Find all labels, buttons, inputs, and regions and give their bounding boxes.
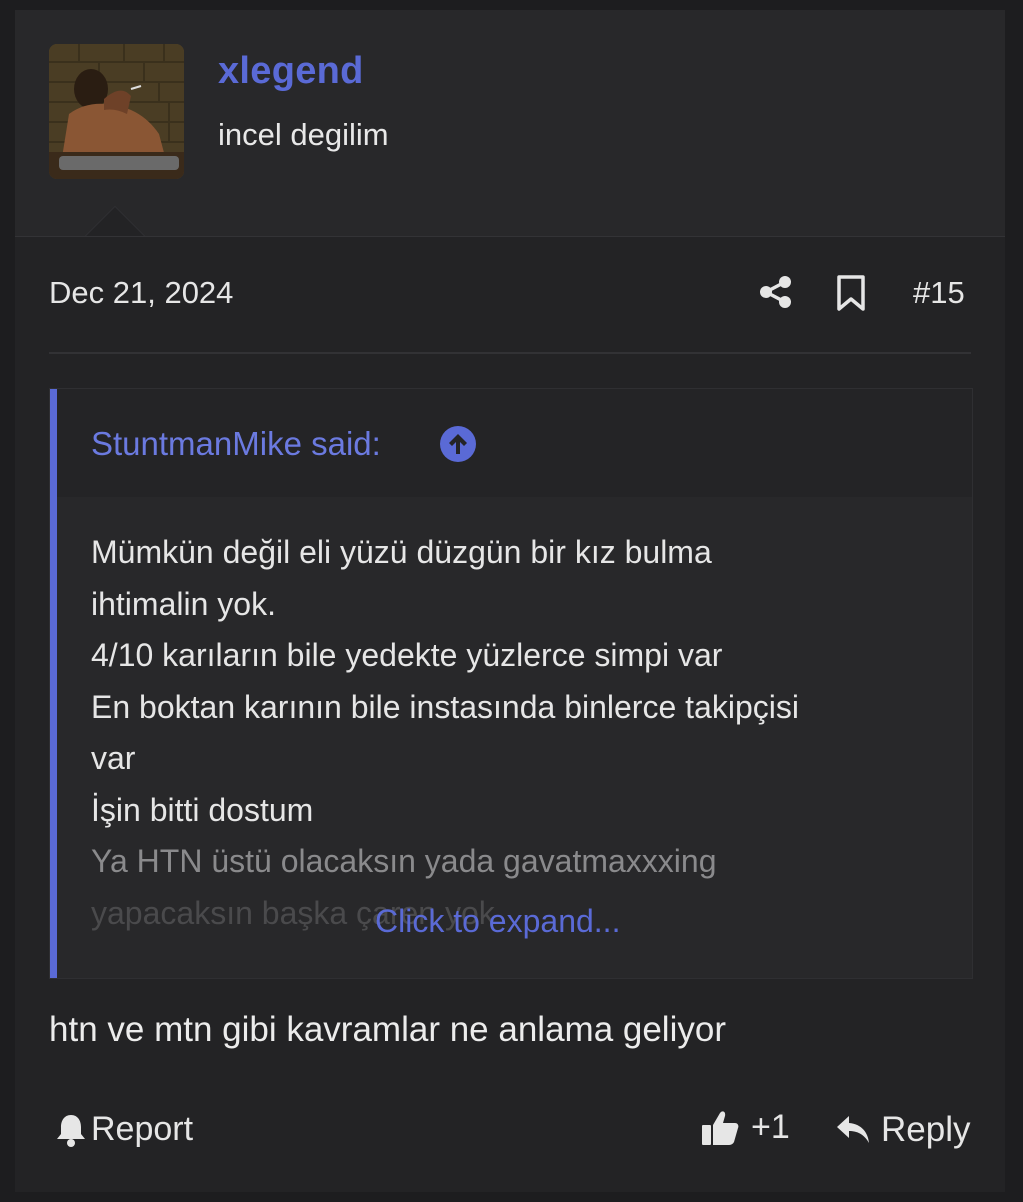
bookmark-icon[interactable] [836,275,866,311]
quote-author-link[interactable]: StuntmanMike said: [91,425,381,463]
arrow-up-circle-icon[interactable] [440,426,476,462]
report-button[interactable]: Report [55,1110,193,1149]
bell-icon [57,1114,85,1147]
quote-line: Ya HTN üstü olacaksın yada gavatmaxxxing [91,843,717,879]
quote-line: var [91,740,136,776]
avatar[interactable] [49,44,184,179]
quote-accent-bar [50,389,57,978]
like-count: +1 [751,1108,790,1146]
header-pointer [85,206,145,236]
username[interactable]: xlegend [218,50,364,93]
reply-button[interactable]: Reply [835,1110,970,1150]
expand-quote-link[interactable]: Click to expand... [375,903,620,940]
like-button[interactable]: +1 [701,1108,790,1147]
post-message: htn ve mtn gibi kavramlar ne anlama geli… [49,1010,726,1049]
share-icon[interactable] [759,275,793,309]
reply-icon [837,1116,869,1143]
reply-label: Reply [881,1110,971,1149]
post-date[interactable]: Dec 21, 2024 [49,275,233,311]
quote-line: 4/10 karıların bile yedekte yüzlerce sim… [91,637,723,673]
thumbs-up-icon [702,1110,739,1145]
quote-line: ihtimalin yok. [91,585,276,622]
post-container: xlegend incel degilim Dec 21, 2024 #15 S… [15,10,1005,1192]
user-header: xlegend incel degilim [15,10,1005,237]
post-number-link[interactable]: #15 [913,275,965,311]
quote-block: StuntmanMike said: Mümkün değil eli yüzü… [49,388,973,979]
user-title: incel degilim [218,117,389,152]
quote-line: Mümkün değil eli yüzü düzgün bir kız bul… [91,534,712,570]
quote-header: StuntmanMike said: [57,389,972,497]
report-label: Report [91,1110,194,1148]
quote-content: Mümkün değil eli yüzü düzgün bir kız bul… [91,527,931,939]
quote-line: En boktan karının bile instasında binler… [91,688,799,725]
divider [49,352,971,354]
quote-line: İşin bitti dostum [91,791,314,828]
